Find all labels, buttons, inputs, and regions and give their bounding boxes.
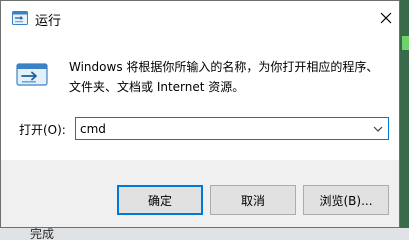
background-partial-text: 完成 [30, 228, 55, 240]
background-bottom-strip: 完成 [0, 228, 409, 240]
description-text: Windows 将根据你所输入的名称，为你打开相应的程序、文件夹、文档或 Int… [69, 60, 379, 94]
dropdown-button[interactable] [372, 123, 384, 135]
cancel-button[interactable]: 取消 [210, 185, 296, 215]
background-green-indicator [402, 36, 409, 50]
title-bar[interactable]: 运行 [1, 1, 399, 35]
dialog-footer: 确定 取消 浏览(B)... [1, 160, 399, 227]
run-dialog: 运行 Windows 将根据你所输入的名称，为你打开相应的程序、文件夹、文档或 … [0, 0, 400, 228]
run-icon [16, 63, 50, 87]
window-title: 运行 [35, 14, 62, 29]
run-icon [12, 11, 28, 25]
open-label: 打开(O): [19, 123, 66, 137]
close-icon [380, 12, 392, 24]
dialog-body: Windows 将根据你所输入的名称，为你打开相应的程序、文件夹、文档或 Int… [1, 35, 399, 160]
chevron-down-icon [373, 126, 383, 132]
ok-button[interactable]: 确定 [117, 185, 203, 215]
open-combobox[interactable] [75, 117, 389, 140]
close-button[interactable] [377, 9, 395, 27]
browse-button[interactable]: 浏览(B)... [303, 185, 389, 215]
open-input[interactable] [80, 120, 360, 137]
